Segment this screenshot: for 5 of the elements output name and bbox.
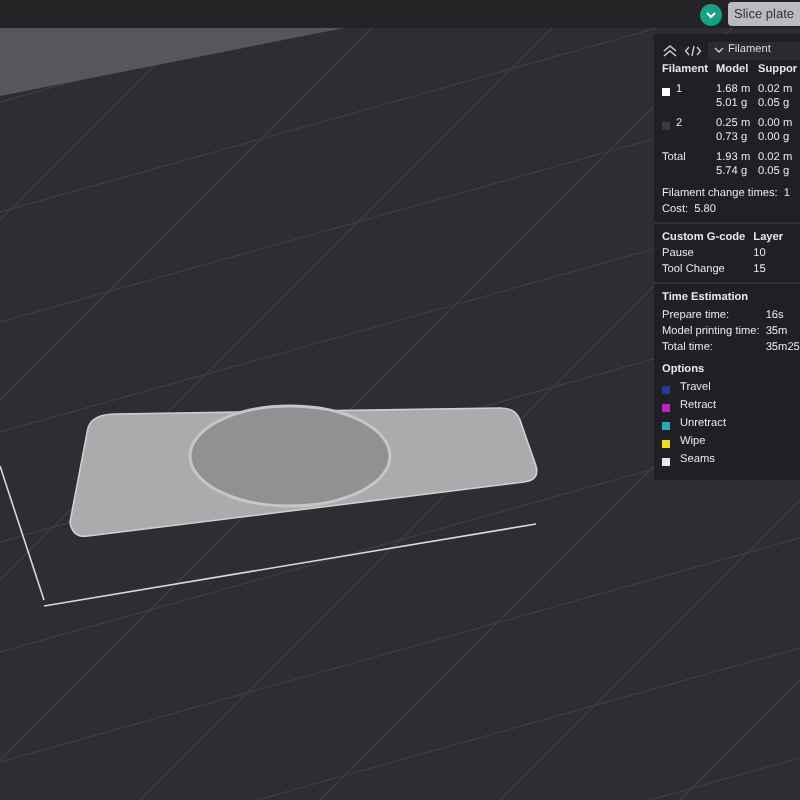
expand-icon[interactable] xyxy=(700,3,722,25)
plate-model-drawing[interactable] xyxy=(69,404,538,537)
code-icon[interactable] xyxy=(684,43,702,57)
caret-icon xyxy=(714,46,724,54)
collapse-icon[interactable] xyxy=(662,43,678,57)
